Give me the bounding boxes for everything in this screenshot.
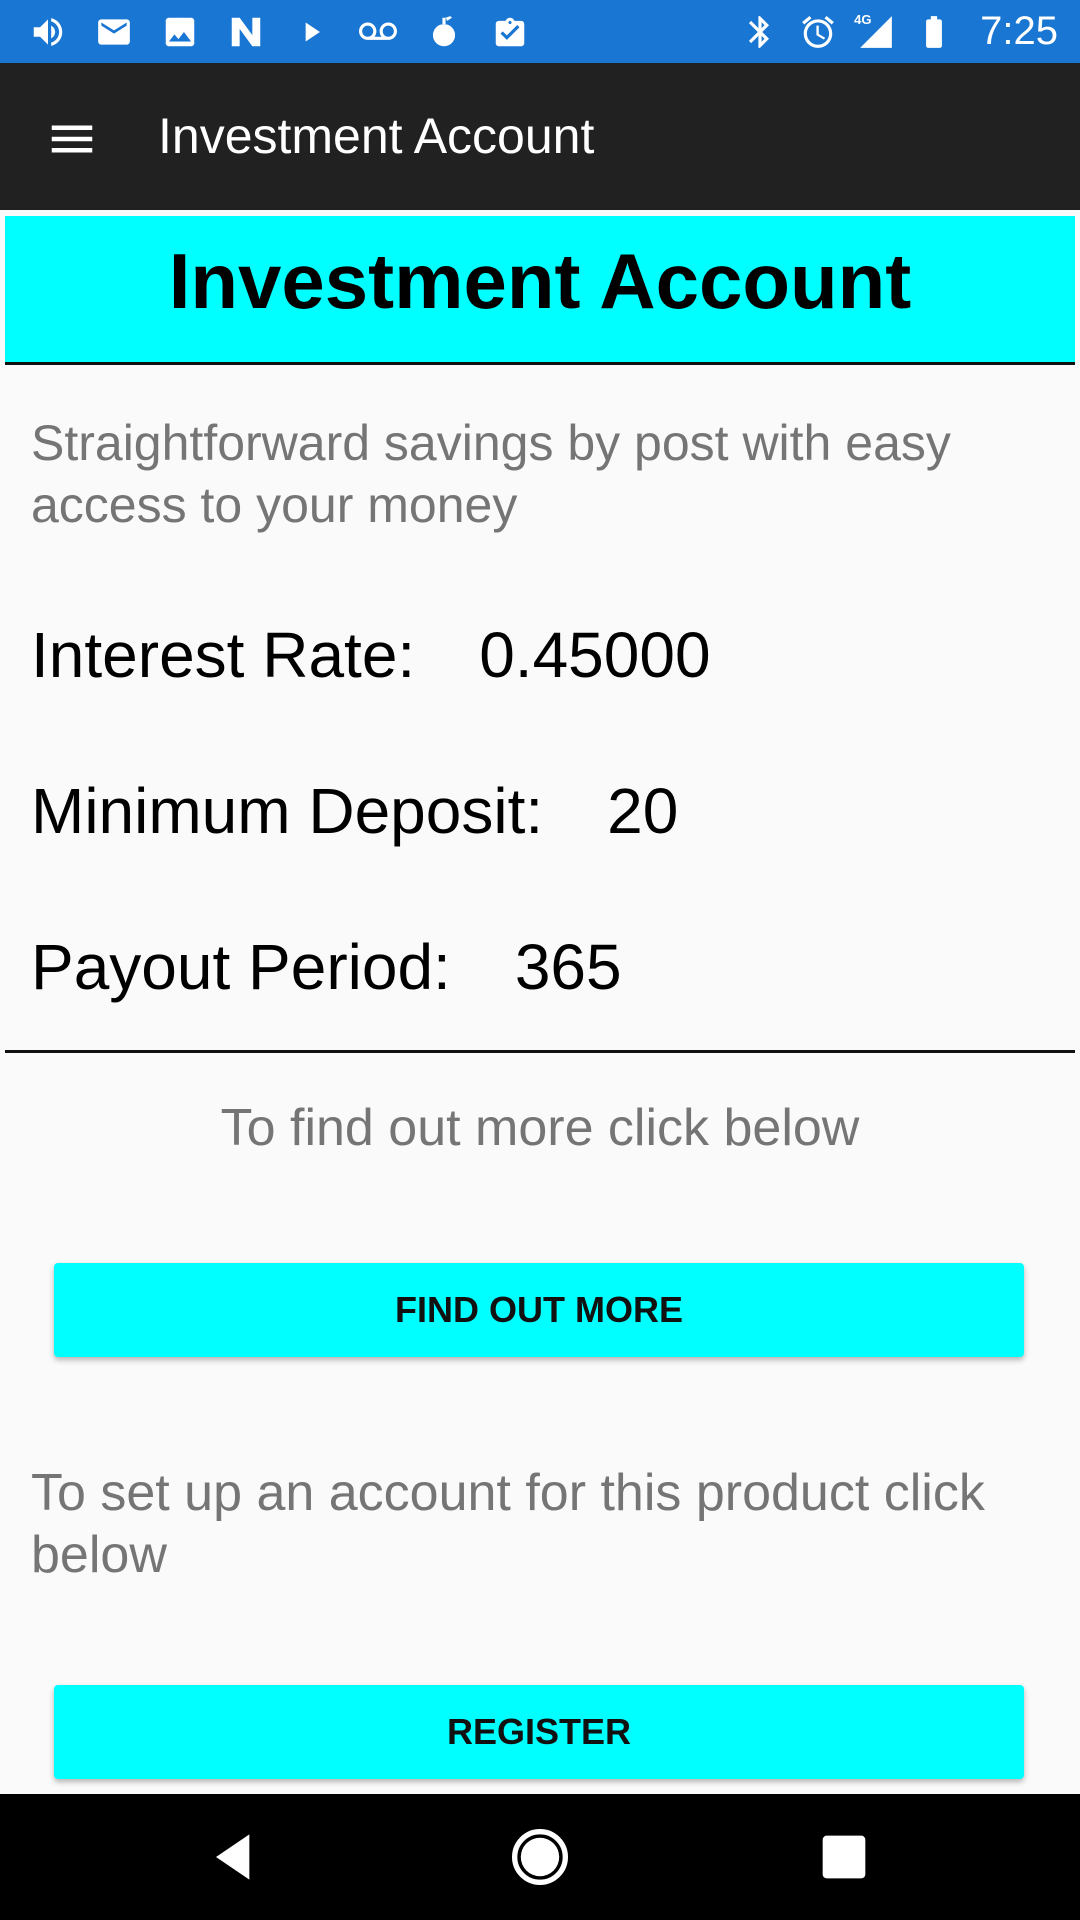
battery-icon	[914, 12, 954, 52]
screen: 4G 7:25 Investment Account Investment Ac…	[0, 0, 1080, 1920]
alarm-icon	[798, 12, 838, 52]
register-prompt: To set up an account for this product cl…	[31, 1464, 985, 1584]
minimum-deposit-label: Minimum Deposit:	[31, 775, 544, 847]
bomb-icon	[424, 12, 464, 52]
clipboard-check-icon	[490, 12, 530, 52]
status-bar: 4G 7:25	[0, 0, 1080, 63]
recents-button[interactable]	[804, 1817, 884, 1897]
mail-icon	[94, 12, 134, 52]
back-button[interactable]	[196, 1817, 276, 1897]
interest-rate-row: Interest Rate: 0.45000	[31, 618, 711, 692]
header-banner: Investment Account	[5, 216, 1075, 365]
product-description: Straightforward savings by post with eas…	[31, 415, 951, 533]
minimum-deposit-row: Minimum Deposit: 20	[31, 774, 678, 848]
status-time: 7:25	[980, 9, 1058, 53]
system-icons: 4G 7:25	[740, 0, 1058, 63]
register-button[interactable]: REGISTER	[54, 1685, 1024, 1779]
voicemail-icon	[358, 12, 398, 52]
minimum-deposit-value: 20	[607, 775, 679, 847]
play-icon	[292, 12, 332, 52]
menu-icon	[51, 125, 93, 153]
home-icon	[512, 1829, 568, 1885]
n-app-icon	[226, 12, 266, 52]
recents-icon	[822, 1835, 866, 1879]
app-bar-title: Investment Account	[158, 108, 595, 164]
find-out-more-button[interactable]: FIND OUT MORE	[54, 1263, 1024, 1357]
bluetooth-icon	[740, 12, 780, 52]
interest-rate-value: 0.45000	[479, 619, 711, 691]
notification-icons	[28, 0, 530, 63]
payout-period-value: 365	[514, 931, 622, 1003]
interest-rate-label: Interest Rate:	[31, 619, 416, 691]
back-icon	[216, 1834, 250, 1880]
image-icon	[160, 12, 200, 52]
network-type-label: 4G	[854, 11, 872, 27]
app-bar: Investment Account	[0, 63, 1080, 210]
volume-icon	[28, 12, 68, 52]
home-button[interactable]	[500, 1817, 580, 1897]
find-out-more-prompt: To find out more click below	[220, 1099, 860, 1157]
payout-period-label: Payout Period:	[31, 931, 451, 1003]
page-title: Investment Account	[168, 236, 912, 325]
payout-period-row: Payout Period: 365	[31, 930, 622, 1004]
navigation-bar	[0, 1794, 1080, 1920]
divider	[5, 1050, 1075, 1053]
signal-4g-icon: 4G	[854, 11, 896, 52]
menu-button[interactable]	[36, 103, 108, 175]
